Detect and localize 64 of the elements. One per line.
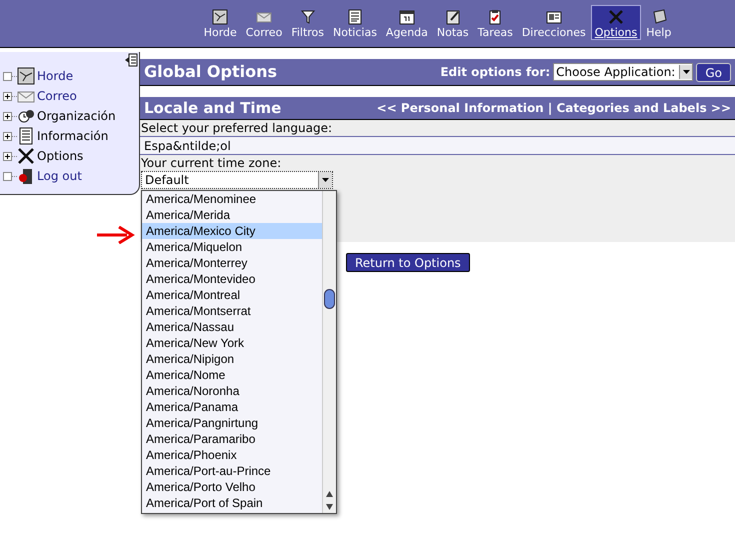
newspaper-icon [346, 8, 364, 26]
toolbar-button[interactable]: Correo [242, 5, 286, 40]
dropdown-option[interactable]: America/Nassau [142, 319, 322, 335]
toolbar-button[interactable]: Tareas [474, 5, 517, 40]
edit-options-label: Edit options for: [440, 64, 550, 81]
dropdown-option[interactable]: America/Nome [142, 367, 322, 383]
expand-icon[interactable] [3, 132, 17, 140]
dropdown-option[interactable]: America/New York [142, 335, 322, 351]
toolbar-button[interactable]: Help [642, 5, 676, 40]
dropdown-caret-icon [682, 70, 690, 74]
dropdown-option[interactable]: America/Noronha [142, 383, 322, 399]
dropdown-option[interactable]: America/Panama [142, 399, 322, 415]
toolbar-button[interactable]: Noticias [329, 5, 381, 40]
sidebar-link[interactable]: Horde [37, 67, 74, 85]
dropdown-caret-icon [322, 178, 329, 182]
section-title: Locale and Time [144, 98, 282, 119]
dropdown-option[interactable]: America/Phoenix [142, 447, 322, 463]
timezone-label: Your current time zone: [140, 155, 282, 171]
toolbar-button[interactable]: Horde [200, 5, 241, 40]
return-to-options-button[interactable]: Return to Options [346, 253, 470, 272]
collapse-sidebar-icon[interactable] [124, 53, 138, 67]
go-button[interactable]: Go [696, 62, 731, 82]
timezone-select[interactable]: Default [141, 171, 333, 189]
scroll-down-icon[interactable] [326, 504, 333, 510]
scrollbar[interactable] [322, 191, 336, 513]
dropdown-option[interactable]: America/Merida [142, 207, 322, 223]
document-icon [17, 127, 35, 145]
scroll-thumb[interactable] [324, 289, 335, 309]
dropdown-option[interactable]: America/Montreal [142, 287, 322, 303]
toolbar-button[interactable]: Notas [432, 5, 473, 40]
dropdown-option[interactable]: America/Menominee [142, 191, 322, 207]
dropdown-option[interactable]: America/Port of Spain [142, 495, 322, 511]
expand-icon[interactable] [3, 92, 17, 100]
dropdown-option[interactable]: America/Paramaribo [142, 431, 322, 447]
toolbar-button[interactable]: Direcciones [518, 5, 590, 40]
dropdown-option[interactable]: America/Montserrat [142, 303, 322, 319]
note-pencil-icon [444, 8, 462, 26]
toolbar-button[interactable]: Options [590, 5, 642, 40]
dropdown-option[interactable]: America/Montevideo [142, 271, 322, 287]
dropdown-option[interactable]: America/Monterrey [142, 255, 322, 271]
sidebar-link[interactable]: Información [37, 127, 108, 145]
sidebar-link[interactable]: Organización [37, 107, 116, 125]
toolbar-button[interactable]: Agenda [382, 5, 432, 40]
dropdown-option[interactable]: America/Mexico City [142, 223, 322, 239]
language-value: Espa&ntilde;ol [140, 136, 735, 155]
sidebar-link[interactable]: Log out [37, 167, 82, 185]
dropdown-option[interactable]: America/Pangnirtung [142, 415, 322, 431]
pointer-arrow-icon [97, 226, 135, 244]
section-nav-links[interactable]: << Personal Information | Categories and Labels >> [376, 99, 731, 117]
application-select[interactable]: Choose Application: [553, 63, 694, 81]
scroll-up-icon[interactable] [326, 491, 333, 497]
page-title: Global Options [144, 61, 278, 83]
funnel-icon [298, 8, 317, 26]
sidebar-link[interactable]: Correo [37, 87, 77, 105]
sidebar-link[interactable]: Options [37, 147, 84, 165]
expand-icon[interactable] [3, 152, 17, 160]
dropdown-option[interactable]: America/Port-au-Prince [142, 463, 322, 479]
language-label: Select your preferred language: [140, 120, 334, 136]
toolbar-button[interactable]: Filtros [287, 5, 328, 40]
calendar-icon [398, 8, 416, 26]
dropdown-option[interactable]: America/Miquelon [142, 239, 322, 255]
dropdown-option[interactable]: America/Porto Velho [142, 479, 322, 495]
dropdown-option[interactable]: America/Nipigon [142, 351, 322, 367]
expand-icon[interactable] [3, 112, 17, 120]
